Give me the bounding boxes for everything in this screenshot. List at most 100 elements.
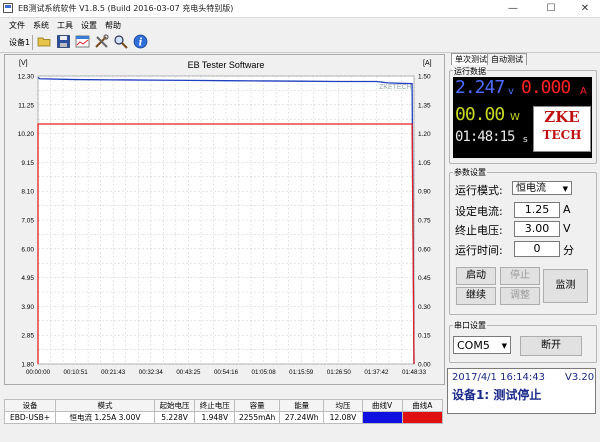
x-tick-label: 00:43:25 (176, 369, 201, 376)
run-time-label: 运行时间: (455, 244, 503, 257)
time-unit: s (523, 135, 528, 145)
close-button[interactable]: ✕ (570, 0, 600, 17)
cell-avg-v: 12.08V (323, 411, 363, 424)
menu-system[interactable]: 系统 (33, 20, 49, 31)
readings-group-title: 运行数据 (453, 66, 487, 77)
minimize-button[interactable]: — (498, 0, 528, 17)
app-icon (3, 3, 13, 13)
col-header-avg-v: 均压 (323, 399, 363, 412)
title-bar: EB测试系统软件 V1.8.5 (Build 2016-03-07 充电头特别版… (0, 0, 600, 18)
tab-single-test[interactable]: 单次测试 (451, 53, 491, 65)
open-folder-icon[interactable] (37, 34, 52, 49)
serial-group-title: 串口设置 (453, 320, 487, 331)
menu-help[interactable]: 帮助 (105, 20, 121, 31)
chart-panel: 12.30 11.25 10.20 9.15 8.10 7.05 6.00 4.95 3.90 2… (4, 54, 445, 385)
left-unit-label: [V] (19, 60, 28, 67)
y-axis-right: 1.50 1.35 1.20 1.05 0.90 0.75 0.60 0.45 0.30 0.15… (418, 74, 431, 369)
current-unit: A (580, 86, 587, 97)
y-right-tick-label: 1.20 (418, 131, 431, 138)
menu-tools[interactable]: 工具 (57, 20, 73, 31)
menu-file[interactable]: 文件 (9, 20, 25, 31)
status-version: V3.20 (565, 372, 595, 383)
results-table: 设备 模式 起始电压 终止电压 容量 能量 均压 曲线V 曲线A EBD-USB… (3, 399, 444, 424)
x-tick-label: 00:54:16 (214, 369, 239, 376)
x-tick-label: 00:32:34 (139, 369, 164, 376)
cutoff-voltage-label: 终止电压: (455, 224, 503, 237)
y-left-tick-label: 9.15 (21, 160, 34, 167)
x-tick-label: 00:21:43 (101, 369, 126, 376)
col-header-energy: 能量 (278, 399, 325, 412)
run-time-input[interactable]: 0 (514, 241, 560, 257)
menu-settings[interactable]: 设置 (81, 20, 97, 31)
status-panel: 2017/4/1 16:14:43 V3.20 设备1: 测试停止 (447, 368, 596, 414)
params-group-title: 参数设置 (453, 167, 487, 178)
maximize-button[interactable]: ☐ (536, 0, 566, 17)
y-right-tick-label: 1.35 (418, 102, 431, 109)
current-setting-label: 设定电流: (455, 205, 503, 218)
power-unit: W (510, 112, 520, 123)
continue-button[interactable]: 继续 (456, 287, 496, 305)
y-right-tick-label: 1.05 (418, 160, 431, 167)
y-left-tick-label: 2.85 (21, 333, 34, 340)
y-left-tick-label: 3.90 (21, 304, 34, 311)
y-left-tick-label: 1.80 (21, 362, 34, 369)
current-setting-unit: A (563, 203, 571, 216)
chart-icon[interactable] (75, 34, 90, 49)
disconnect-button[interactable]: 断开 (520, 336, 582, 356)
x-tick-label: 01:48:33 (402, 369, 427, 376)
table-row[interactable]: EBD-USB+ 恒电流 1.25A 3.00V 5.228V 1.948V 2… (3, 411, 444, 424)
info-icon[interactable]: i (133, 34, 148, 49)
adjust-button[interactable]: 调整 (500, 287, 540, 305)
power-reading: 00.00 (455, 104, 505, 125)
voltage-reading: 2.247 (455, 77, 505, 98)
y-axis-left: 12.30 11.25 10.20 9.15 8.10 7.05 6.00 4.95 3.90 2… (18, 74, 35, 369)
monitor-button[interactable]: 监测 (543, 269, 588, 303)
current-reading: 0.000 (521, 77, 571, 98)
chart-title: EB Tester Software (188, 60, 265, 70)
mode-label: 运行模式: (455, 184, 503, 197)
col-header-capacity: 容量 (234, 399, 280, 412)
y-right-tick-label: 0.90 (418, 189, 431, 196)
search-icon[interactable] (113, 34, 128, 49)
cell-capacity: 2255mAh (234, 411, 280, 424)
x-tick-label: 00:10:51 (64, 369, 89, 376)
y-left-tick-label: 7.05 (21, 218, 34, 225)
x-tick-label: 00:00:00 (26, 369, 51, 376)
col-header-curve-v: 曲线V (361, 399, 403, 412)
chevron-down-icon: ▼ (501, 342, 507, 350)
chart-watermark: ZKETECH (379, 84, 412, 91)
toolbar (0, 32, 600, 53)
tab-auto-test[interactable]: 自动测试 (487, 53, 527, 65)
curve-a-color-swatch[interactable] (401, 411, 444, 424)
window-title: EB测试系统软件 V1.8.5 (Build 2016-03-07 充电头特别版… (18, 4, 234, 13)
table-header-row: 设备 模式 起始电压 终止电压 容量 能量 均压 曲线V 曲线A (3, 399, 444, 412)
x-tick-label: 01:15:59 (289, 369, 314, 376)
curve-v-color-swatch[interactable] (361, 411, 403, 424)
save-icon[interactable] (56, 34, 71, 49)
col-header-start-v: 起始电压 (153, 399, 196, 412)
y-right-tick-label: 0.75 (418, 218, 431, 225)
chart-svg: 12.30 11.25 10.20 9.15 8.10 7.05 6.00 4.95 3.90 2… (18, 60, 432, 376)
y-right-tick-label: 0.00 (418, 362, 431, 369)
menu-bar: 文件 系统 工具 设置 帮助 (0, 18, 600, 32)
port-select[interactable]: COM5 ▼ (453, 336, 511, 354)
col-header-mode: 模式 (55, 399, 155, 412)
svg-text:i: i (139, 38, 143, 49)
start-button[interactable]: 启动 (456, 267, 496, 285)
current-setting-input[interactable]: 1.25 (514, 202, 560, 218)
y-left-tick-label: 8.10 (21, 189, 34, 196)
col-header-device: 设备 (3, 399, 57, 412)
toolbar-divider (32, 35, 33, 50)
mode-select[interactable]: 恒电流 ▼ (512, 181, 572, 195)
cutoff-voltage-input[interactable]: 3.00 (514, 221, 560, 237)
device-label: 设备1 (9, 38, 31, 47)
y-right-tick-label: 1.50 (418, 74, 431, 81)
y-left-tick-label: 6.00 (21, 246, 34, 253)
chevron-down-icon: ▼ (562, 185, 568, 193)
cell-mode: 恒电流 1.25A 3.00V (55, 411, 155, 424)
stop-button[interactable]: 停止 (500, 267, 540, 285)
right-unit-label: [A] (423, 60, 432, 67)
tools-icon[interactable] (94, 34, 109, 49)
run-time-unit: 分 (563, 244, 574, 257)
logo-text-bottom: TECH (542, 128, 582, 142)
